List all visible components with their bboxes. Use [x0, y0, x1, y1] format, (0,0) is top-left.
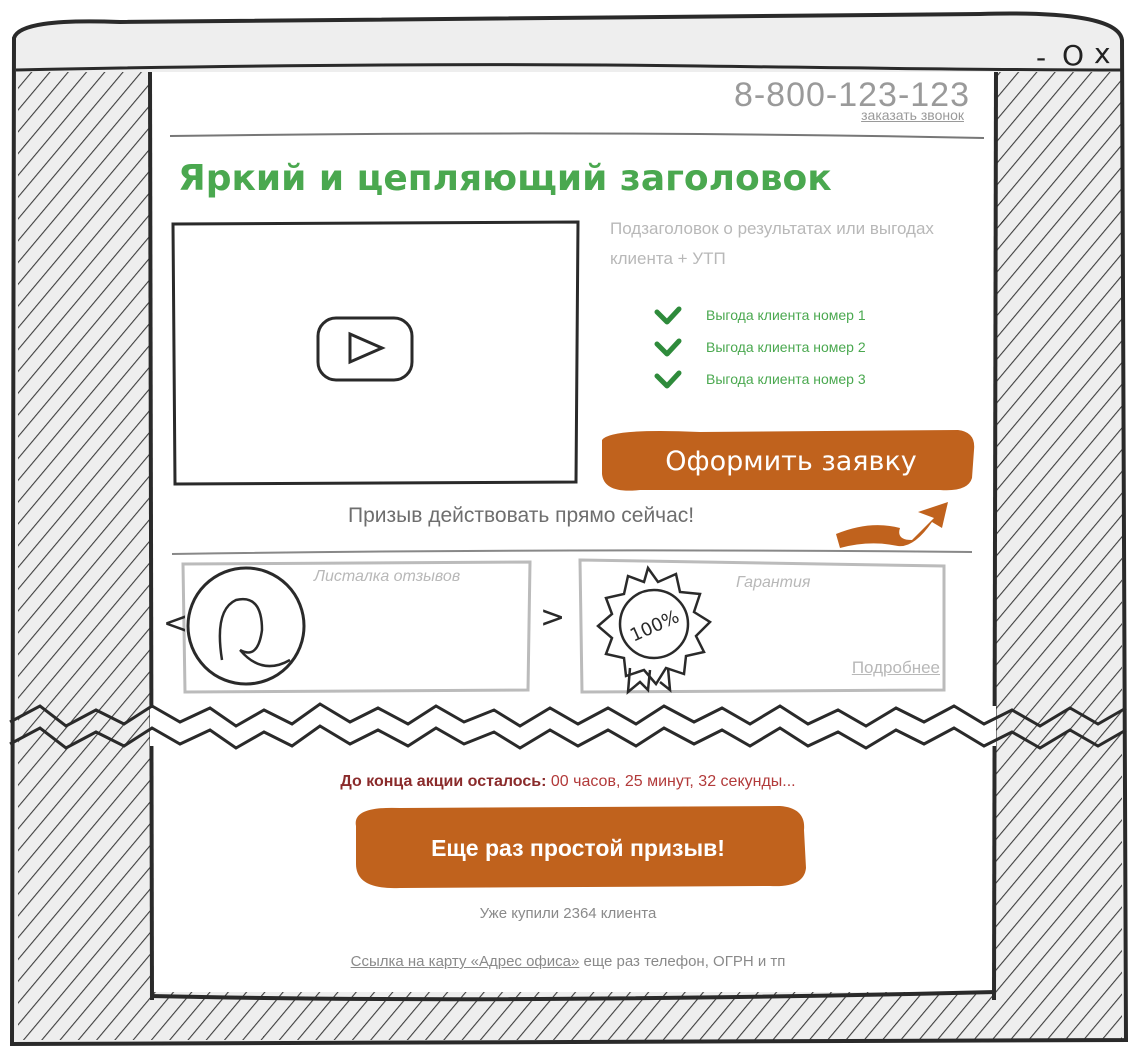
close-button[interactable]: x — [1094, 40, 1111, 68]
countdown-label: До конца акции осталось: — [340, 773, 547, 790]
maximize-button[interactable]: O — [1062, 42, 1084, 70]
buyers-count: Уже купили 2364 клиента — [479, 905, 657, 922]
countdown-value: 00 часов, 25 минут, 32 секунды... — [550, 773, 796, 790]
reviews-prev-button[interactable]: < — [163, 606, 188, 641]
minimize-button[interactable]: - — [1036, 44, 1046, 72]
subtitle: Подзаголовок о результатах или выгодах к… — [610, 219, 934, 268]
benefit-label: Выгода клиента номер 1 — [706, 307, 866, 323]
call-to-action-note: Призыв действовать прямо сейчас! — [348, 504, 695, 527]
check-icon — [654, 306, 682, 325]
footer-text: еще раз телефон, ОГРН и тп — [583, 953, 786, 970]
countdown: До конца акции осталось: 00 часов, 25 ми… — [0, 773, 1136, 791]
benefit-item: Выгода клиента номер 2 — [654, 334, 866, 360]
benefit-item: Выгода клиента номер 3 — [654, 366, 866, 392]
reviewer-avatar — [190, 570, 304, 684]
benefit-item: Выгода клиента номер 1 — [654, 302, 866, 328]
submit-request-button[interactable]: Оформить заявку — [606, 434, 976, 488]
video-player[interactable] — [173, 222, 578, 484]
benefit-label: Выгода клиента номер 2 — [706, 339, 866, 355]
check-icon — [654, 370, 682, 389]
check-icon — [654, 338, 682, 357]
footer: Ссылка на карту «Адрес офиса» еще раз те… — [0, 953, 1136, 970]
reviews-title: Листалка отзывов — [314, 568, 461, 585]
more-link[interactable]: Подробнее — [852, 658, 940, 678]
secondary-cta-button[interactable]: Еще раз простой призыв! — [356, 808, 800, 888]
callback-link[interactable]: заказать звонок — [861, 107, 964, 123]
guarantee-title: Гарантия — [736, 574, 811, 591]
reviews-next-button[interactable]: > — [540, 600, 565, 635]
map-link[interactable]: Ссылка на карту «Адрес офиса» — [351, 953, 580, 970]
page-headline: Яркий и цепляющий заголовок — [178, 158, 832, 199]
benefit-label: Выгода клиента номер 3 — [706, 371, 866, 387]
